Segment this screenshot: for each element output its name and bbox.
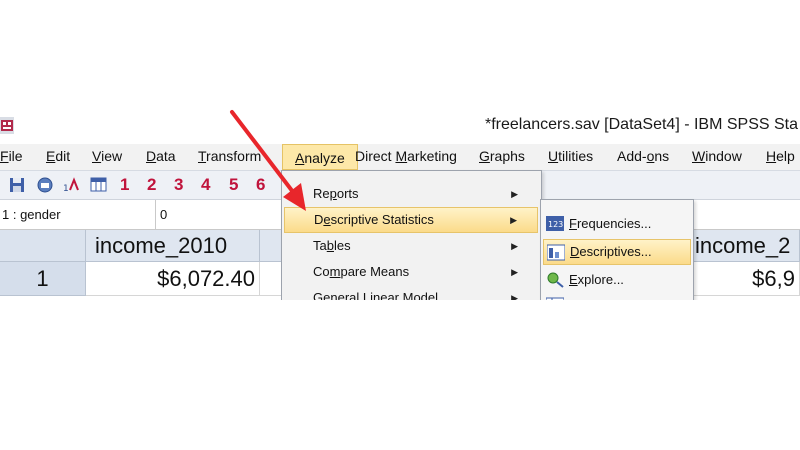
menu-help[interactable]: Help [766,148,795,164]
save-icon[interactable] [8,176,26,194]
variables-grid-icon[interactable] [90,176,108,194]
menu-window[interactable]: Window [692,148,742,164]
cell-reference: 1 : gender [0,200,156,229]
svg-text:123: 123 [548,220,563,229]
toolbar-number-1[interactable]: 1 [120,175,129,195]
submenu-arrow-icon: ▶ [511,241,518,251]
descriptives-icon [547,244,565,261]
menu-file[interactable]: File [0,148,23,164]
menu-bar: File Edit View Data Transform Analyze Di… [0,144,800,170]
menu-direct-marketing[interactable]: Direct Marketing [355,148,457,164]
table-cell[interactable]: $6,072.40 [86,262,260,296]
menu-add-ons[interactable]: Add-ons [617,148,669,164]
toolbar-number-4[interactable]: 4 [201,175,210,195]
menu-item-crosstabs[interactable]: Crosstabs... [543,293,691,300]
print-icon[interactable] [36,176,54,194]
window-title: *freelancers.sav [DataSet4] - IBM SPSS S… [485,116,799,133]
weight-scale-icon[interactable]: 1 [62,176,80,194]
descriptive-statistics-submenu: 123 Frequencies... Descriptives... Explo… [540,199,694,300]
menu-item-tables[interactable]: Tables ▶ [284,233,538,259]
menu-edit[interactable]: Edit [46,148,70,164]
row-header[interactable]: 1 [0,262,86,296]
menu-item-frequencies[interactable]: 123 Frequencies... [543,211,691,237]
menu-item-compare-means[interactable]: Compare Means ▶ [284,259,538,285]
grid-corner [0,230,86,262]
spss-window: *freelancers.sav [DataSet4] - IBM SPSS S… [0,108,800,300]
column-header-hidden[interactable] [260,230,282,262]
menu-transform[interactable]: Transform [198,148,261,164]
table-cell[interactable] [260,262,282,296]
title-bar: *freelancers.sav [DataSet4] - IBM SPSS S… [0,108,800,144]
menu-item-explore[interactable]: Explore... [543,267,691,293]
menu-graphs[interactable]: Graphs [479,148,525,164]
menu-item-descriptives[interactable]: Descriptives... [543,239,691,265]
toolbar-number-6[interactable]: 6 [256,175,265,195]
explore-icon [547,272,564,288]
frequencies-icon: 123 [546,216,564,231]
menu-data[interactable]: Data [146,148,176,164]
submenu-arrow-icon: ▶ [510,215,517,225]
spss-app-icon [0,117,14,134]
menu-item-reports[interactable]: Reports ▶ [284,181,538,207]
menu-view[interactable]: View [92,148,122,164]
analyze-menu: Reports ▶ Descriptive Statistics ▶ Tables ▶… [281,170,542,300]
menu-utilities[interactable]: Utilities [548,148,593,164]
menu-item-general-linear-model[interactable]: General Linear Model ▶ [284,285,538,300]
submenu-arrow-icon: ▶ [511,293,518,300]
toolbar-number-2[interactable]: 2 [147,175,156,195]
menu-analyze[interactable]: Analyze [282,144,358,170]
toolbar-number-5[interactable]: 5 [229,175,238,195]
table-cell[interactable]: $6,9 [686,262,800,296]
crosstabs-icon [546,297,564,300]
submenu-arrow-icon: ▶ [511,267,518,277]
menu-item-descriptive-statistics[interactable]: Descriptive Statistics ▶ [284,207,538,233]
svg-text:1: 1 [63,184,69,194]
column-header-income-2010[interactable]: income_2010 [86,230,260,262]
cell-value-field[interactable]: 0 [160,200,167,229]
submenu-arrow-icon: ▶ [511,189,518,199]
column-header-income-2[interactable]: income_2 [686,230,800,262]
toolbar-number-3[interactable]: 3 [174,175,183,195]
